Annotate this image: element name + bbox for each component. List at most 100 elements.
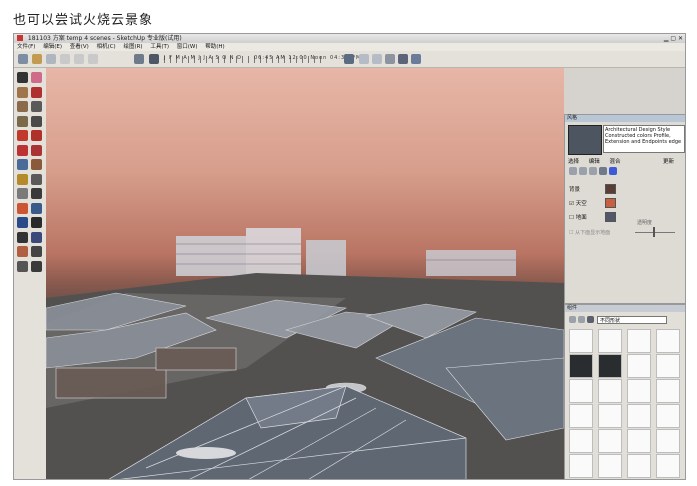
position-camera-icon[interactable]: [31, 260, 42, 272]
follow-me-icon[interactable]: [31, 144, 42, 156]
protractor-icon[interactable]: [17, 188, 28, 199]
home-view-icon[interactable]: [46, 54, 56, 64]
style-description[interactable]: Architectural Design Style Constructed c…: [603, 125, 685, 153]
ground-checkbox[interactable]: ☐ 地面: [569, 213, 587, 221]
tab-mix[interactable]: 混合: [610, 159, 621, 165]
front-view-icon[interactable]: [60, 54, 70, 64]
rotate-icon[interactable]: [17, 144, 28, 156]
top-view-icon[interactable]: [88, 54, 98, 64]
tab-edit[interactable]: 编辑: [589, 159, 600, 165]
shadow-toggle-icon[interactable]: [149, 54, 159, 64]
component-thumbnail[interactable]: [627, 354, 651, 378]
face-settings-icon[interactable]: [579, 167, 587, 175]
zoom-extents-icon[interactable]: [31, 231, 42, 243]
sky-checkbox[interactable]: ☑ 天空: [569, 199, 587, 207]
line-icon[interactable]: [31, 86, 42, 98]
component-thumbnail[interactable]: [656, 329, 680, 353]
component-thumbnail[interactable]: [598, 329, 622, 353]
component-thumbnail[interactable]: [569, 329, 593, 353]
component-thumbnail[interactable]: [627, 329, 651, 353]
menu-window[interactable]: 窗口(W): [177, 44, 198, 50]
menu-help[interactable]: 帮助(H): [205, 44, 224, 50]
style-textured-icon[interactable]: [398, 54, 408, 64]
component-thumbnail[interactable]: [656, 454, 680, 478]
ground-from-below-checkbox[interactable]: ☐ 从下面显示地面: [569, 229, 610, 236]
section-icon[interactable]: [17, 260, 28, 272]
style-xray-icon[interactable]: [344, 54, 354, 64]
offset-icon[interactable]: [31, 159, 42, 170]
zoom-icon[interactable]: [17, 231, 28, 243]
3d-text-icon[interactable]: [31, 202, 42, 214]
menu-view[interactable]: 查看(V): [70, 44, 89, 50]
ground-color-swatch[interactable]: [605, 212, 616, 222]
arc-icon[interactable]: [31, 101, 42, 112]
component-thumbnail[interactable]: [569, 379, 593, 403]
edge-settings-icon[interactable]: [569, 167, 577, 175]
look-around-icon[interactable]: [31, 246, 42, 257]
menu-tools[interactable]: 工具(T): [150, 44, 169, 50]
transparency-slider-thumb[interactable]: [653, 227, 655, 237]
component-thumbnail[interactable]: [627, 379, 651, 403]
component-thumbnail[interactable]: [598, 429, 622, 453]
component-thumbnail[interactable]: [569, 429, 593, 453]
orbit-icon[interactable]: [17, 217, 28, 228]
sky-color-swatch[interactable]: [605, 198, 616, 208]
component-thumbnail[interactable]: [656, 404, 680, 428]
dimension-icon[interactable]: [31, 173, 42, 185]
axes-icon[interactable]: [17, 202, 28, 214]
home-icon[interactable]: [587, 316, 594, 323]
menu-file[interactable]: 文件(F): [17, 44, 35, 50]
move-icon[interactable]: [17, 130, 28, 141]
tape-icon[interactable]: [17, 173, 28, 185]
window-controls[interactable]: ▁ ▢ ✕: [664, 34, 683, 43]
component-thumbnail[interactable]: [598, 454, 622, 478]
model-viewport[interactable]: [46, 68, 564, 479]
style-shaded-icon[interactable]: [385, 54, 395, 64]
background-settings-icon[interactable]: [589, 167, 597, 175]
circle-icon[interactable]: [17, 101, 28, 112]
walk-icon[interactable]: [17, 246, 28, 257]
tab-select[interactable]: 选择: [568, 159, 579, 165]
style-wireframe-icon[interactable]: [359, 54, 369, 64]
style-thumbnail-icon[interactable]: [568, 125, 602, 155]
component-thumbnail[interactable]: [598, 379, 622, 403]
component-thumbnail[interactable]: [656, 354, 680, 378]
background-color-swatch[interactable]: [605, 184, 616, 194]
component-thumbnail[interactable]: [569, 454, 593, 478]
component-thumbnail[interactable]: [569, 404, 593, 428]
text-icon[interactable]: [31, 188, 42, 199]
update-button[interactable]: 更新: [663, 157, 674, 165]
forward-icon[interactable]: [578, 316, 585, 323]
orbit-icon[interactable]: [18, 54, 28, 64]
pan-icon[interactable]: [31, 217, 42, 228]
menu-camera[interactable]: 相机(C): [97, 44, 116, 50]
shadow-settings-icon[interactable]: [134, 54, 144, 64]
menu-draw[interactable]: 绘图(R): [123, 44, 142, 50]
rectangle-icon[interactable]: [17, 86, 28, 98]
scale-icon[interactable]: [17, 159, 28, 170]
style-hidden-line-icon[interactable]: [372, 54, 382, 64]
back-icon[interactable]: [569, 316, 576, 323]
eraser-icon[interactable]: [31, 72, 42, 83]
right-view-icon[interactable]: [74, 54, 84, 64]
component-thumbnail[interactable]: [569, 354, 593, 378]
watermark-settings-icon[interactable]: [599, 167, 607, 175]
menu-edit[interactable]: 编辑(E): [43, 44, 62, 50]
component-thumbnail[interactable]: [598, 354, 622, 378]
component-thumbnail[interactable]: [598, 404, 622, 428]
component-thumbnail[interactable]: [627, 454, 651, 478]
component-thumbnail[interactable]: [656, 379, 680, 403]
collection-select[interactable]: 不同形状: [597, 316, 667, 324]
style-monochrome-icon[interactable]: [411, 54, 421, 64]
paint-bucket-icon[interactable]: [32, 54, 42, 64]
select-icon[interactable]: [17, 72, 28, 83]
freehand-icon[interactable]: [31, 115, 42, 127]
page-caption: 也可以尝试火烧云景象: [13, 13, 154, 28]
component-thumbnail[interactable]: [656, 429, 680, 453]
transparency-slider[interactable]: [635, 232, 675, 233]
polygon-icon[interactable]: [17, 115, 28, 127]
component-thumbnail[interactable]: [627, 404, 651, 428]
component-thumbnail[interactable]: [627, 429, 651, 453]
modeling-settings-icon[interactable]: [609, 167, 617, 175]
push-pull-icon[interactable]: [31, 130, 42, 141]
